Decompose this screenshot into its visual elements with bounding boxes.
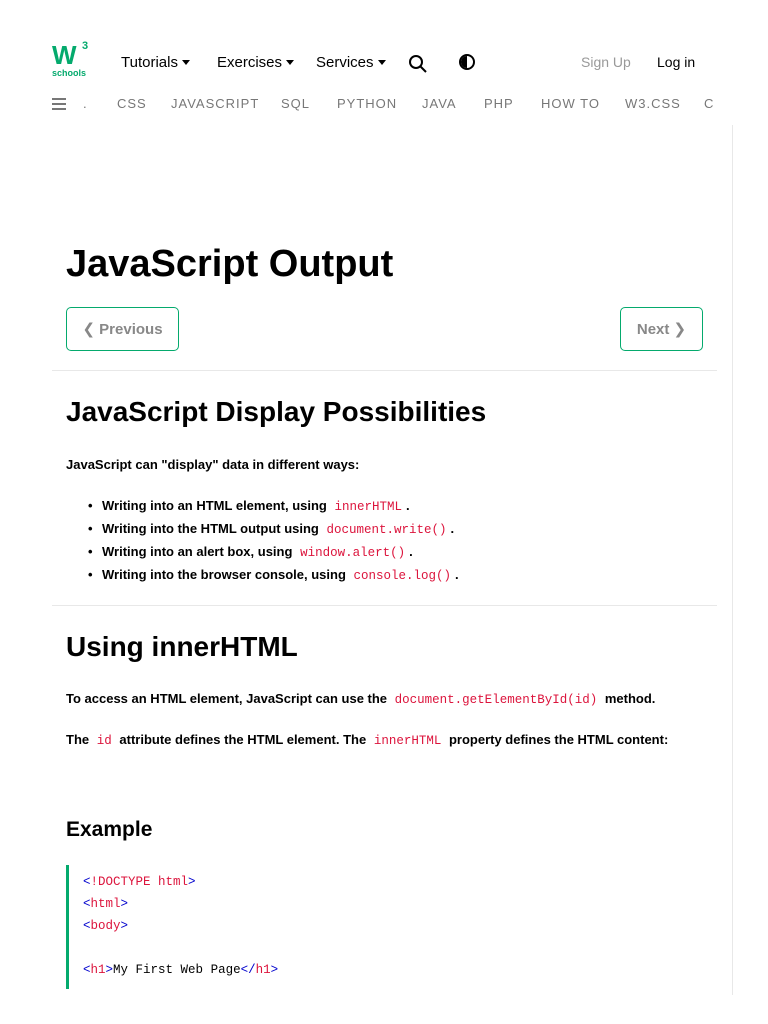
code-snippet: id [96,734,112,748]
code-snippet: innerHTML [373,734,442,748]
subnav-php[interactable]: PHP [484,96,514,111]
subnav-javascript[interactable]: JAVASCRIPT [171,96,259,111]
subnav-python[interactable]: PYTHON [337,96,397,111]
section-intro: JavaScript can "display" data in differe… [66,457,360,472]
login-link[interactable]: Log in [657,54,695,70]
tutorials-label: Tutorials [121,54,178,71]
subject-navigation: . CSS JAVASCRIPT SQL PYTHON JAVA PHP HOW… [0,96,768,116]
previous-button[interactable]: ❮ Previous [66,307,179,351]
code-snippet: innerHTML [334,500,402,514]
list-item: Writing into an HTML element, using inne… [88,495,459,518]
list-item: Writing into the HTML output using docum… [88,518,459,541]
logo-sup: 3 [82,40,89,52]
top-navigation: W 3 schools Tutorials Exercises Services… [0,0,768,125]
caret-down-icon [377,60,386,65]
caret-down-icon [181,60,190,65]
section-heading-display: JavaScript Display Possibilities [66,396,487,427]
exercises-menu[interactable]: Exercises [217,54,295,71]
tutorials-menu[interactable]: Tutorials [121,54,190,71]
signup-link[interactable]: Sign Up [581,54,631,70]
exercises-label: Exercises [217,54,283,71]
search-icon[interactable] [408,54,428,74]
divider [52,370,717,371]
subnav-howto[interactable]: HOW TO [541,96,600,111]
paragraph-id: The id attribute defines the HTML elemen… [66,732,669,748]
code-line: <html> [83,897,129,911]
subnav-css[interactable]: CSS [117,96,147,111]
caret-down-icon [286,60,295,65]
code-line: <body> [83,919,129,933]
paragraph-access: To access an HTML element, JavaScript ca… [66,691,656,707]
page-title: JavaScript Output [66,243,394,285]
code-example: <!DOCTYPE html> <html> <body> <h1>My Fir… [66,865,706,989]
divider [52,605,717,606]
contrast-icon[interactable] [459,54,475,70]
example-heading: Example [66,818,153,841]
content-divider [732,125,733,995]
list-item: Writing into the browser console, using … [88,564,459,587]
display-list: Writing into an HTML element, using inne… [88,495,459,587]
code-snippet: window.alert() [300,546,406,560]
subnav-java[interactable]: JAVA [422,96,457,111]
list-item: Writing into an alert box, using window.… [88,541,459,564]
subnav-c[interactable]: C [704,96,714,111]
hamburger-icon[interactable] [52,98,66,110]
code-line: <!DOCTYPE html> [83,875,196,889]
subnav-w3css[interactable]: W3.CSS [625,96,681,111]
logo-mark: W [52,40,77,70]
section-heading-innerhtml: Using innerHTML [66,631,298,662]
services-label: Services [316,54,374,71]
page: W 3 schools Tutorials Exercises Services… [0,0,768,1024]
w3schools-logo[interactable]: W 3 schools [52,40,92,82]
code-snippet: document.getElementById(id) [394,693,598,707]
code-snippet: document.write() [326,523,447,537]
subnav-dot: . [83,96,88,111]
services-menu[interactable]: Services [316,54,386,71]
code-snippet: console.log() [353,569,452,583]
next-button[interactable]: Next ❯ [620,307,703,351]
logo-word: schools [52,68,87,78]
subnav-sql[interactable]: SQL [281,96,310,111]
code-line: <h1>My First Web Page</h1> [83,963,279,977]
